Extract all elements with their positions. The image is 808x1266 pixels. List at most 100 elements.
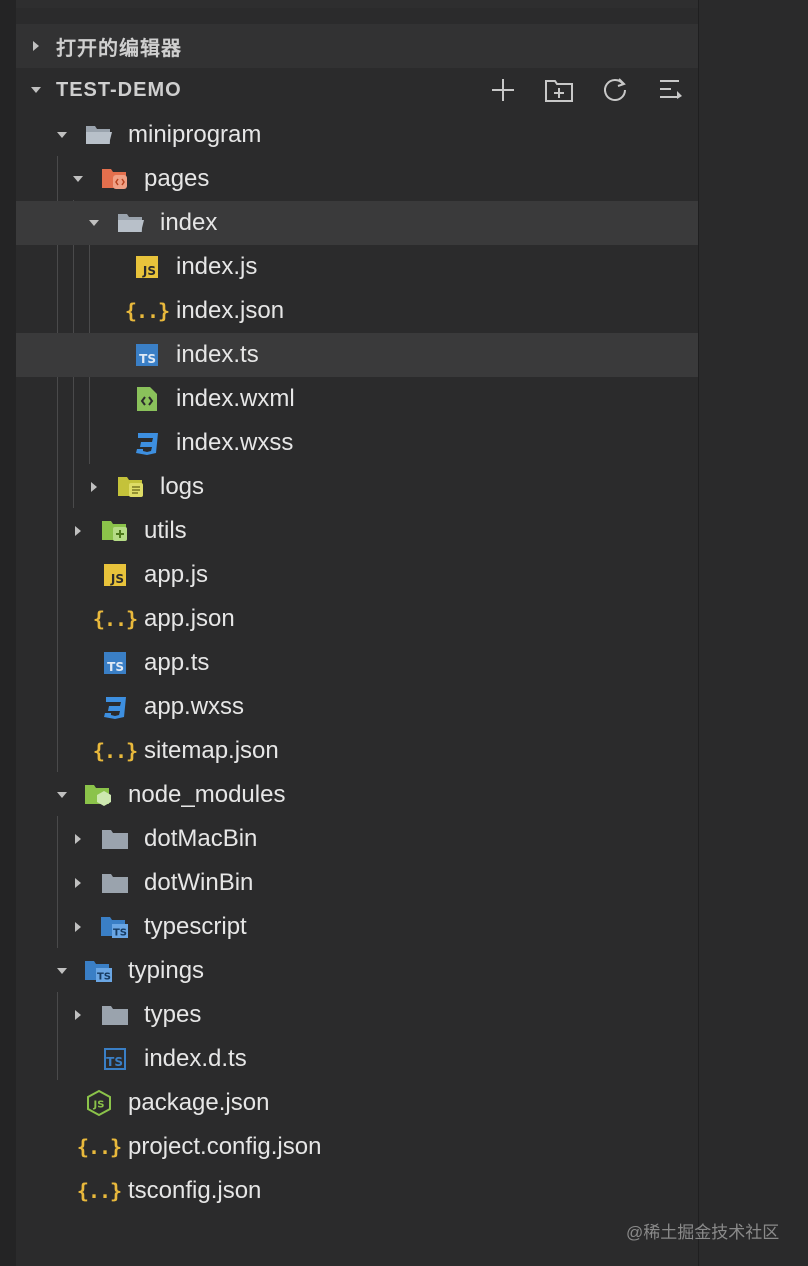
- tree-item-label: dotMacBin: [144, 825, 258, 852]
- new-folder-icon[interactable]: [544, 75, 574, 105]
- tree-item-index-json[interactable]: {..} index.json: [16, 289, 698, 333]
- explorer-actions: [488, 68, 686, 112]
- tree-item-project-config-json[interactable]: {..} project.config.json: [16, 1125, 698, 1169]
- tree-item-label: types: [144, 1001, 202, 1028]
- chevron-down-icon: [72, 173, 84, 185]
- tree-item-dotwinbin[interactable]: dotWinBin: [16, 861, 698, 905]
- chevron-down-icon: [56, 965, 68, 977]
- json-file-icon: {..}: [92, 607, 138, 631]
- typescript-folder-icon: TS: [100, 914, 130, 940]
- json-file-icon: {..}: [92, 739, 138, 763]
- typings-folder-icon: TS: [84, 958, 114, 984]
- folder-open-icon: [84, 122, 114, 148]
- folder-icon: [100, 1002, 130, 1028]
- activity-bar-gutter: [0, 0, 16, 1266]
- tree-item-node-modules[interactable]: node_modules: [16, 773, 698, 817]
- tree-item-label: node_modules: [128, 781, 286, 808]
- tree-item-index-d-ts[interactable]: TS index.d.ts: [16, 1037, 698, 1081]
- tree-item-logs[interactable]: logs: [16, 465, 698, 509]
- javascript-file-icon: JS: [100, 562, 130, 588]
- tree-item-app-wxss[interactable]: app.wxss: [16, 685, 698, 729]
- tree-item-index-wxss[interactable]: index.wxss: [16, 421, 698, 465]
- tree-item-label: index.ts: [176, 341, 259, 368]
- tree-item-label: package.json: [128, 1089, 270, 1116]
- collapse-all-icon[interactable]: [656, 75, 686, 105]
- tree-item-label: index.d.ts: [144, 1045, 247, 1072]
- top-strip: [16, 0, 698, 8]
- watermark: @稀土掘金技术社区: [626, 1223, 780, 1242]
- tree-item-label: dotWinBin: [144, 869, 254, 896]
- tree-item-label: index.json: [176, 297, 285, 324]
- tree-item-utils[interactable]: utils: [16, 509, 698, 553]
- tree-item-typings[interactable]: TS typings: [16, 949, 698, 993]
- json-file-icon: {..}: [76, 1179, 122, 1203]
- javascript-file-icon: JS: [132, 254, 162, 280]
- tree-item-label: app.json: [144, 605, 235, 632]
- pages-folder-icon: [100, 166, 130, 192]
- tree-item-miniprogram[interactable]: miniprogram: [16, 113, 698, 157]
- folder-icon: [100, 826, 130, 852]
- tree-item-label: index: [160, 209, 218, 236]
- tree-item-index-wxml[interactable]: index.wxml: [16, 377, 698, 421]
- tree-item-package-json[interactable]: JS package.json: [16, 1081, 698, 1125]
- tree-item-index-js[interactable]: JS index.js: [16, 245, 698, 289]
- tree-item-sitemap-json[interactable]: {..} sitemap.json: [16, 729, 698, 773]
- css-file-icon: [132, 430, 162, 456]
- tree-item-index-ts[interactable]: TS index.ts: [16, 333, 698, 377]
- chevron-down-icon: [56, 129, 68, 141]
- tree-item-label: typescript: [144, 913, 247, 940]
- svg-text:TS: TS: [113, 928, 127, 939]
- project-title: TEST-DEMO: [56, 78, 182, 101]
- chevron-down-icon: [56, 789, 68, 801]
- json-file-icon: {..}: [76, 1135, 122, 1159]
- tree-item-label: logs: [160, 473, 205, 500]
- nodejs-file-icon: JS: [84, 1089, 114, 1117]
- tree-item-label: project.config.json: [128, 1133, 322, 1160]
- tree-item-label: index.wxml: [176, 385, 295, 412]
- tree-item-typescript[interactable]: TS typescript: [16, 905, 698, 949]
- chevron-down-icon: [88, 217, 100, 229]
- svg-text:JS: JS: [93, 1100, 105, 1111]
- utils-folder-icon: [100, 518, 130, 544]
- tree-item-label: app.ts: [144, 649, 210, 676]
- chevron-right-icon: [72, 877, 84, 889]
- chevron-right-icon: [72, 921, 84, 933]
- open-editors-title: 打开的编辑器: [56, 37, 182, 60]
- tree-item-label: tsconfig.json: [128, 1177, 262, 1204]
- tree-item-label: pages: [144, 165, 210, 192]
- tree-item-types[interactable]: types: [16, 993, 698, 1037]
- chevron-right-icon: [30, 40, 42, 52]
- chevron-right-icon: [72, 1009, 84, 1021]
- tree-item-index-folder[interactable]: index: [16, 201, 698, 245]
- typescript-definition-file-icon: TS: [100, 1046, 130, 1072]
- wxml-file-icon: [132, 386, 162, 412]
- css-file-icon: [100, 694, 130, 720]
- tree-item-tsconfig-json[interactable]: {..} tsconfig.json: [16, 1169, 698, 1213]
- tree-item-label: index.wxss: [176, 429, 294, 456]
- tree-item-dotmacbin[interactable]: dotMacBin: [16, 817, 698, 861]
- tree-item-label: app.js: [144, 561, 209, 588]
- tree-item-label: miniprogram: [128, 121, 262, 148]
- tree-item-label: typings: [128, 957, 205, 984]
- folder-open-icon: [116, 210, 146, 236]
- chevron-down-icon: [30, 84, 42, 96]
- tree-item-app-ts[interactable]: TS app.ts: [16, 641, 698, 685]
- open-editors-section-header[interactable]: 打开的编辑器: [16, 24, 698, 68]
- tree-item-label: index.js: [176, 253, 258, 280]
- tree-item-pages[interactable]: pages: [16, 157, 698, 201]
- refresh-icon[interactable]: [600, 75, 630, 105]
- tree-item-app-json[interactable]: {..} app.json: [16, 597, 698, 641]
- chevron-right-icon: [88, 481, 100, 493]
- logs-folder-icon: [116, 474, 146, 500]
- svg-text:TS: TS: [97, 972, 111, 983]
- tree-item-app-js[interactable]: JS app.js: [16, 553, 698, 597]
- new-file-icon[interactable]: [488, 75, 518, 105]
- tree-item-label: sitemap.json: [144, 737, 279, 764]
- node-modules-folder-icon: [84, 782, 114, 808]
- typescript-file-icon: TS: [100, 650, 130, 676]
- chevron-right-icon: [72, 525, 84, 537]
- folder-icon: [100, 870, 130, 896]
- project-section-header[interactable]: TEST-DEMO: [16, 68, 698, 112]
- tree-item-label: utils: [144, 517, 187, 544]
- chevron-right-icon: [72, 833, 84, 845]
